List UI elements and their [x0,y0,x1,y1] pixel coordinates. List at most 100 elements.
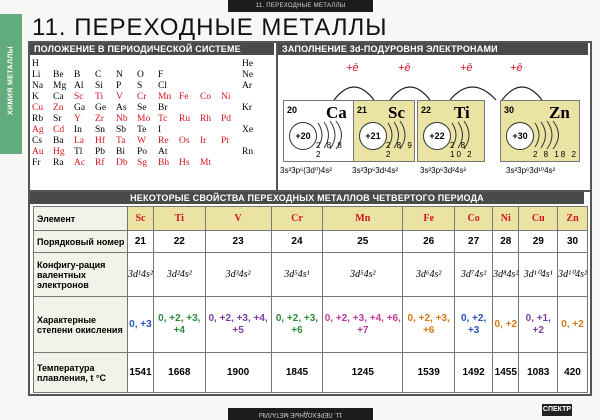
periodic-cell [221,59,242,70]
periodic-cell: Br [158,103,168,113]
periodic-cell: Re [158,136,169,146]
periodic-cell: F [158,70,164,80]
row-melting: Температура плавления, t °C 1541 1668 190… [33,352,588,393]
atom-zn: 30 Zn +30 2 8 18 2 [500,100,580,162]
periodic-cell [179,103,200,114]
transfer-arrows [333,86,543,101]
periodic-cell: Bi [116,147,125,157]
atom-ti: 22 Ti +22 2 8 10 2 [417,100,485,162]
periodic-cell: Rb [32,114,44,124]
periodic-cell: Rf [95,158,105,168]
properties-header: НЕКОТОРЫЕ СВОЙСТВА ПЕРЕХОДНЫХ МЕТАЛЛОВ Ч… [30,192,584,204]
periodic-cell: Bh [158,158,170,168]
periodic-cell: Se [137,103,147,113]
periodic-cell [200,125,221,136]
periodic-cell: Au [32,147,44,157]
row-elements: Элемент Sc Ti V Cr Mn Fe Co Ni Cu Zn [33,206,588,231]
periodic-cell: Ni [221,92,231,102]
periodic-row: Cs Ba La Hf Ta W Re Os Ir Pt [32,136,264,147]
top-strip: 11. ПЕРЕХОДНЫЕ МЕТАЛЛЫ [228,0,373,12]
periodic-cell [179,147,200,158]
periodic-cell: Zn [53,103,64,113]
periodic-cell [179,81,200,92]
periodic-cell: Ir [200,136,207,146]
periodic-cell: Li [32,70,41,80]
periodic-cell [179,125,200,136]
periodic-cell [95,59,116,70]
periodic-cell: Ne [242,70,254,80]
periodic-table: H He Li Be B C N O F Ne Na Mg Al Si P S Cl Ar K Ca Sc Ti V Cr Mn… [32,59,264,169]
periodic-cell [221,103,242,114]
periodic-cell [242,114,263,125]
filling-header: ЗАПОЛНЕНИЕ 3d-ПОДУРОВНЯ ЭЛЕКТРОНАМИ [278,43,588,55]
periodic-cell: Te [137,125,147,135]
periodic-row: Na Mg Al Si P S Cl Ar [32,81,264,92]
config-ti: 3s²3p⁶3d²4s² [420,166,466,175]
periodic-cell: Fr [32,158,41,168]
periodic-cell: Rn [242,147,254,157]
periodic-cell: At [158,147,168,157]
periodic-cell [200,147,221,158]
periodic-cell: Pd [221,114,232,124]
properties-table: Элемент Sc Ti V Cr Mn Fe Co Ni Cu Zn Пор… [33,206,588,393]
periodic-cell [179,70,200,81]
periodic-cell: Os [179,136,190,146]
periodic-cell [74,59,95,70]
periodic-cell: Hf [95,136,106,146]
periodic-cell: Ag [32,125,44,135]
periodic-cell: O [137,70,144,80]
periodic-cell: Ac [74,158,86,168]
periodic-cell: Pb [95,147,106,157]
periodic-cell [137,59,158,70]
periodic-cell: Co [200,92,212,102]
periodic-cell: Be [53,70,64,80]
periodic-cell: Po [137,147,148,157]
periodic-cell: Pt [221,136,229,146]
label-number: Порядковый номер [33,230,128,253]
atom-ca: 20 Ca +20 2 8 8 2 [283,100,355,162]
label-config: Конфигу-рация валентных электронов [33,252,128,297]
config-ca: 3s²3p⁶(3d⁰)4s² [280,166,332,175]
periodic-cell: Nb [116,114,128,124]
periodic-cell [200,70,221,81]
sidebar-label: ХИМИЯ МЕТАЛЛЫ [7,46,15,115]
atom-sc: 21 Sc +21 2 8 9 2 [353,100,415,162]
periodic-cell: I [158,125,162,135]
periodic-cell: Ga [74,103,86,113]
periodic-cell: Zr [95,114,104,124]
row-oxidation: Характерные степени окисления 0, +3 0, +… [33,296,588,353]
periodic-cell: Cs [32,136,43,146]
config-zn: 3s²3p⁶3d¹⁰4s² [506,166,556,175]
periodic-cell: Al [74,81,84,91]
periodic-cell: He [242,59,254,69]
periodic-cell [200,103,221,114]
periodic-cell [221,147,242,158]
periodic-cell: W [137,136,146,146]
periodic-cell: As [116,103,127,113]
periodic-row: Au Hg Tl Pb Bi Po At Rn [32,147,264,158]
row-numbers: Порядковый номер 21 22 23 24 25 26 27 28 29 3… [33,230,588,253]
periodic-cell [242,92,263,103]
label-melting: Температура плавления, t °C [33,352,128,393]
periodic-cell: Xe [242,125,254,135]
periodic-cell: Cr [137,92,147,102]
periodic-cell: V [116,92,123,102]
periodic-cell [200,81,221,92]
periodic-cell: Mt [200,158,212,168]
periodic-cell [221,125,242,136]
periodic-header: ПОЛОЖЕНИЕ В ПЕРИОДИЧЕСКОЙ СИСТЕМЕ [30,43,274,55]
periodic-cell: Fe [179,92,189,102]
periodic-cell: Db [116,158,128,168]
publisher-logo: СПЕКТР [542,404,572,416]
periodic-cell: Ge [95,103,107,113]
periodic-cell: Cl [158,81,167,91]
periodic-cell: La [74,136,85,146]
periodic-cell: Mo [137,114,151,124]
periodic-cell: Y [74,114,81,124]
periodic-cell: Hg [53,147,65,157]
periodic-cell: Ti [95,92,104,102]
periodic-row: Rb Sr Y Zr Nb Mo Tc Ru Rh Pd [32,114,264,125]
periodic-row: Ag Cd In Sn Sb Te I Xe [32,125,264,136]
periodic-cell [179,59,200,70]
periodic-cell [200,59,221,70]
